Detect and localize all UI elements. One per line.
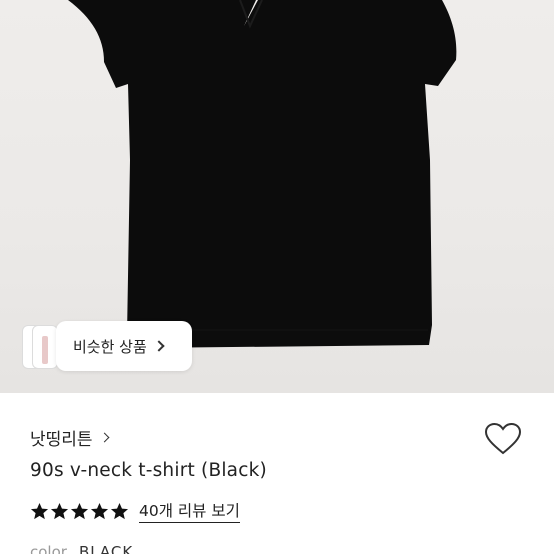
product-info: 낫띵리튼 90s v-neck t-shirt (Black) 40개 리뷰 보… xyxy=(0,393,554,554)
similar-thumb xyxy=(32,325,58,369)
star-icon xyxy=(110,502,129,519)
color-value: BLACK xyxy=(78,543,134,554)
shop-link[interactable]: 낫띵리튼 xyxy=(30,425,110,450)
star-icon xyxy=(70,502,89,519)
product-image[interactable]: 비슷한 상품 xyxy=(0,0,554,393)
shop-name: 낫띵리튼 xyxy=(30,430,93,450)
star-icon xyxy=(90,502,109,519)
chevron-right-icon xyxy=(153,340,165,352)
rating-stars xyxy=(30,502,130,521)
color-row: color BLACK xyxy=(30,543,133,554)
heart-icon[interactable] xyxy=(484,422,522,456)
chevron-right-icon xyxy=(99,432,110,443)
rating-row: 40개 리뷰 보기 xyxy=(30,499,240,523)
similar-products-chip[interactable]: 비슷한 상품 xyxy=(22,321,192,371)
similar-products-button[interactable]: 비슷한 상품 xyxy=(56,321,192,371)
product-title: 90s v-neck t-shirt (Black) xyxy=(30,460,267,481)
star-icon xyxy=(30,502,49,519)
star-icon xyxy=(50,502,69,519)
color-label: color xyxy=(30,543,67,554)
reviews-link[interactable]: 40개 리뷰 보기 xyxy=(139,499,240,523)
similar-products-label: 비슷한 상품 xyxy=(73,337,147,356)
